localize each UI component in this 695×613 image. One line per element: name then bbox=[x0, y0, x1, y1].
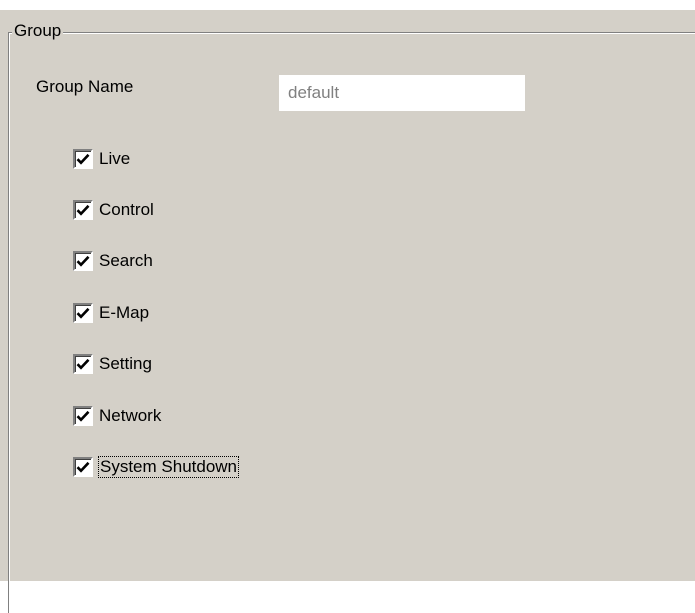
checkbox-live[interactable]: Live bbox=[73, 148, 130, 170]
checkbox-emap[interactable]: E-Map bbox=[73, 302, 149, 324]
group-name-input[interactable] bbox=[279, 75, 525, 111]
checkmark-icon bbox=[76, 461, 90, 473]
checkbox-control-box[interactable] bbox=[73, 200, 93, 220]
checkbox-live-label: Live bbox=[99, 149, 131, 168]
checkmark-icon bbox=[76, 255, 90, 267]
checkmark-icon bbox=[76, 307, 90, 319]
checkbox-control[interactable]: Control bbox=[73, 199, 154, 221]
checkmark-icon bbox=[76, 358, 90, 370]
checkbox-system-shutdown[interactable]: System Shutdown bbox=[73, 456, 240, 478]
checkbox-emap-label: E-Map bbox=[99, 303, 150, 322]
checkbox-search[interactable]: Search bbox=[73, 250, 153, 272]
checkmark-icon bbox=[76, 204, 90, 216]
checkmark-icon bbox=[76, 153, 90, 165]
group-panel: Group Group Name Live Control Search E-M… bbox=[0, 10, 695, 613]
checkbox-search-box[interactable] bbox=[73, 251, 93, 271]
checkbox-network[interactable]: Network bbox=[73, 405, 161, 427]
checkbox-search-label: Search bbox=[99, 251, 153, 270]
group-box-title: Group bbox=[12, 21, 64, 41]
checkbox-network-label: Network bbox=[99, 406, 162, 425]
checkbox-setting[interactable]: Setting bbox=[73, 353, 152, 375]
checkbox-control-label: Control bbox=[99, 200, 154, 219]
group-name-label: Group Name bbox=[36, 77, 134, 96]
checkbox-network-box[interactable] bbox=[73, 406, 93, 426]
checkbox-setting-label: Setting bbox=[99, 354, 152, 373]
checkbox-system-shutdown-box[interactable] bbox=[73, 457, 93, 477]
checkbox-system-shutdown-label: System Shutdown bbox=[97, 456, 240, 478]
checkbox-emap-box[interactable] bbox=[73, 303, 93, 323]
checkmark-icon bbox=[76, 410, 90, 422]
checkbox-setting-box[interactable] bbox=[73, 354, 93, 374]
checkbox-live-box[interactable] bbox=[73, 149, 93, 169]
